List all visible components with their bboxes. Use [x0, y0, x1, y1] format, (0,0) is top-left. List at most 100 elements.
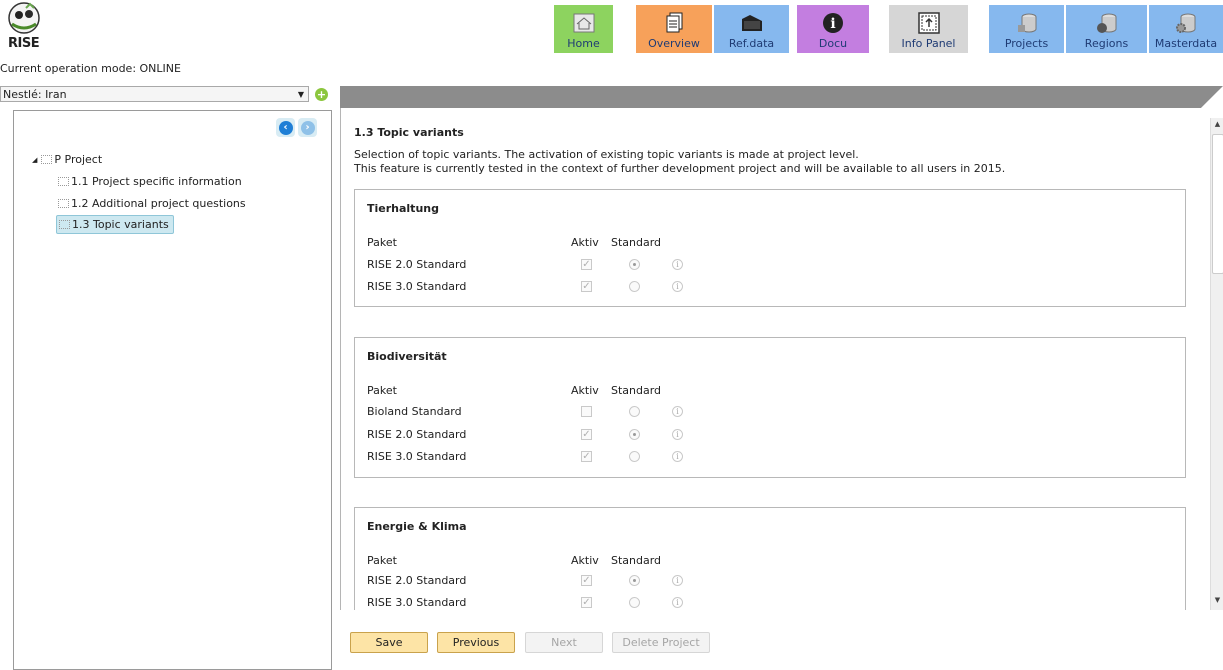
documents-icon [661, 11, 687, 35]
content-area: 1.3 Topic variants Selection of topic va… [340, 108, 1211, 610]
database-globe-icon [1094, 11, 1120, 35]
section-description: Selection of topic variants. The activat… [354, 148, 1005, 176]
forward-button[interactable]: › [298, 118, 317, 137]
paket-label: RISE 3.0 Standard [367, 280, 467, 293]
content-scrollbar[interactable]: ▲ ▼ [1210, 118, 1223, 610]
col-aktiv-header: Aktiv [571, 384, 599, 397]
add-icon[interactable]: + [315, 88, 328, 101]
project-tree-panel: ‹ › ◢ P Project 1.1 Project specific inf… [13, 110, 332, 670]
aktiv-checkbox[interactable]: ✓ [581, 259, 592, 270]
arrow-left-icon: ‹ [278, 120, 293, 135]
tree-root-label: P Project [54, 153, 103, 166]
aktiv-checkbox[interactable]: ✓ [581, 597, 592, 608]
aktiv-checkbox[interactable]: ✓ [581, 575, 592, 586]
table-row: RISE 3.0 Standard ✓ i [367, 450, 767, 466]
nav-regions-button[interactable]: Regions [1066, 5, 1147, 53]
aktiv-checkbox[interactable]: ✓ [581, 429, 592, 440]
info-icon[interactable]: i [672, 451, 683, 462]
info-icon[interactable]: i [672, 429, 683, 440]
table-row: RISE 2.0 Standard ✓ i [367, 258, 767, 274]
info-icon[interactable]: i [672, 259, 683, 270]
save-button[interactable]: Save [350, 632, 428, 653]
previous-button[interactable]: Previous [437, 632, 515, 653]
scroll-up-icon[interactable]: ▲ [1211, 120, 1223, 132]
nav-infopanel-button[interactable]: Info Panel [889, 5, 968, 53]
nav-projects-button[interactable]: Projects [989, 5, 1064, 53]
nav-docu-button[interactable]: i Docu [797, 5, 869, 53]
standard-radio[interactable] [629, 406, 640, 417]
info-icon[interactable]: i [672, 406, 683, 417]
tree-item-label: 1.1 Project specific information [71, 175, 242, 188]
tree-root[interactable]: ◢ P Project [32, 153, 102, 166]
group-title: Biodiversität [367, 350, 447, 363]
standard-radio[interactable] [629, 451, 640, 462]
table-row: RISE 2.0 Standard ✓ i [367, 428, 767, 444]
aktiv-checkbox[interactable] [581, 406, 592, 417]
aktiv-checkbox[interactable]: ✓ [581, 281, 592, 292]
nav-home-button[interactable]: Home [554, 5, 613, 53]
tree-item-label: 1.3 Topic variants [72, 218, 169, 231]
standard-radio[interactable] [629, 429, 640, 440]
nav-refdata-button[interactable]: Ref.data [714, 5, 789, 53]
nav-overview-button[interactable]: Overview [636, 5, 712, 53]
content-header-band [340, 86, 1223, 108]
col-standard-header: Standard [611, 384, 662, 397]
col-standard-header: Standard [611, 554, 662, 567]
standard-radio[interactable] [629, 575, 640, 586]
logo-text: RISE [8, 36, 40, 51]
paket-label: RISE 2.0 Standard [367, 574, 467, 587]
column-headers: Paket Aktiv Standard [367, 384, 767, 398]
standard-radio[interactable] [629, 259, 640, 270]
col-aktiv-header: Aktiv [571, 236, 599, 249]
col-aktiv-header: Aktiv [571, 554, 599, 567]
group-tierhaltung: Tierhaltung Paket Aktiv Standard RISE 2.… [354, 189, 1186, 307]
standard-radio[interactable] [629, 281, 640, 292]
info-icon[interactable]: i [672, 281, 683, 292]
operation-mode-text: Current operation mode: ONLINE [0, 62, 181, 75]
paket-label: RISE 2.0 Standard [367, 258, 467, 271]
section-title: 1.3 Topic variants [354, 126, 464, 139]
info-panel-icon [916, 11, 942, 35]
group-energie-klima: Energie & Klima Paket Aktiv Standard RIS… [354, 507, 1186, 610]
home-icon [571, 11, 597, 35]
project-select[interactable]: Nestlé: Iran ▼ [0, 86, 309, 102]
paket-label: RISE 3.0 Standard [367, 450, 467, 463]
database-icon [1014, 11, 1040, 35]
delete-project-button[interactable]: Delete Project [612, 632, 710, 653]
chevron-down-icon[interactable]: ▼ [294, 90, 308, 99]
node-icon [41, 155, 53, 164]
scroll-down-icon[interactable]: ▼ [1211, 596, 1223, 608]
col-paket-header: Paket [367, 236, 397, 249]
table-row: RISE 3.0 Standard ✓ i [367, 280, 767, 296]
collapse-triangle-icon[interactable]: ◢ [32, 156, 37, 164]
scrollbar-thumb[interactable] [1212, 134, 1223, 274]
node-icon [58, 199, 69, 208]
group-biodiversitaet: Biodiversität Paket Aktiv Standard Biola… [354, 337, 1186, 478]
tree-item-topic-variants[interactable]: 1.3 Topic variants [56, 215, 174, 234]
tree-item-label: 1.2 Additional project questions [71, 197, 246, 210]
info-icon[interactable]: i [672, 597, 683, 608]
group-title: Tierhaltung [367, 202, 439, 215]
node-icon [59, 220, 70, 229]
standard-radio[interactable] [629, 597, 640, 608]
table-row: RISE 2.0 Standard ✓ i [367, 574, 767, 590]
nav-masterdata-button[interactable]: Masterdata [1149, 5, 1223, 53]
paket-label: RISE 3.0 Standard [367, 596, 467, 609]
next-button[interactable]: Next [525, 632, 603, 653]
folder-icon [739, 11, 765, 35]
back-button[interactable]: ‹ [276, 118, 295, 137]
description-line: Selection of topic variants. The activat… [354, 148, 859, 161]
col-paket-header: Paket [367, 384, 397, 397]
column-headers: Paket Aktiv Standard [367, 554, 767, 568]
paket-label: RISE 2.0 Standard [367, 428, 467, 441]
tree-item-project-info[interactable]: 1.1 Project specific information [58, 175, 242, 188]
info-icon[interactable]: i [672, 575, 683, 586]
svg-text:i: i [830, 16, 835, 32]
tree-item-additional-questions[interactable]: 1.2 Additional project questions [58, 197, 246, 210]
table-row: RISE 3.0 Standard ✓ i [367, 596, 767, 610]
aktiv-checkbox[interactable]: ✓ [581, 451, 592, 462]
paket-label: Bioland Standard [367, 405, 462, 418]
project-select-value: Nestlé: Iran [3, 87, 67, 101]
info-icon: i [820, 11, 846, 35]
description-line: This feature is currently tested in the … [354, 162, 1006, 175]
